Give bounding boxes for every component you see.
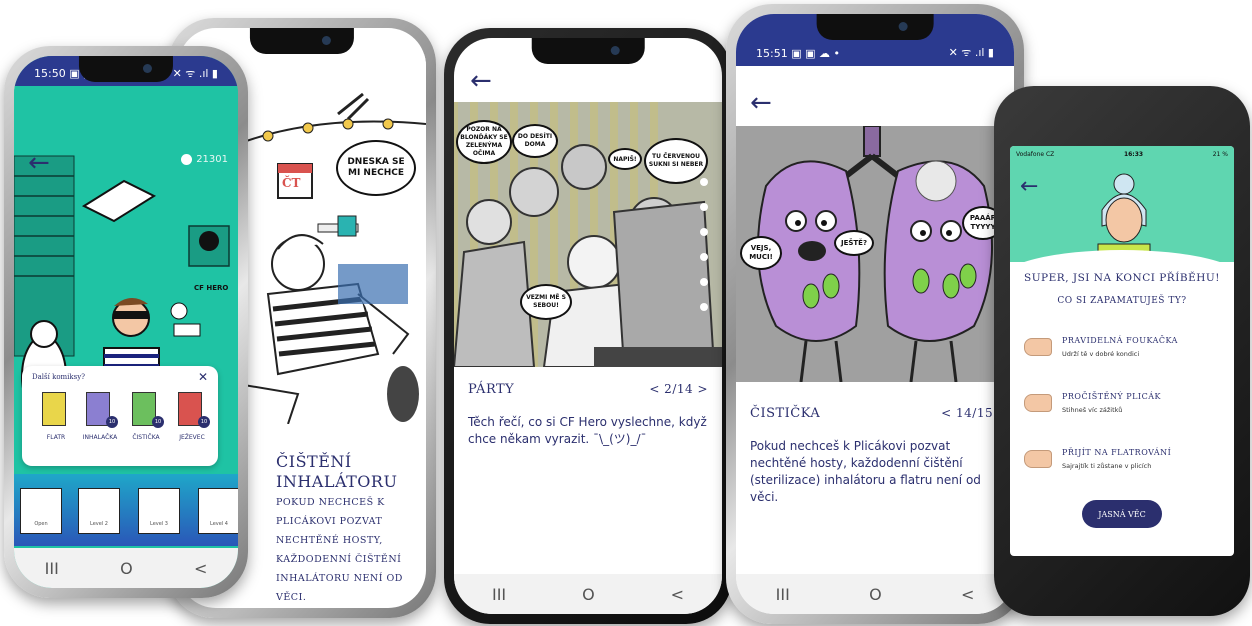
story-title: Párty xyxy=(468,382,515,397)
end-headline: Super, jsi na konci příběhu! xyxy=(1024,272,1220,284)
phone-4-screen: 15:51 ▣ ▣ ☁ • ✕ ᯤ .ıl ▮ ← VEJS, MUCI! JE… xyxy=(736,14,1014,614)
notch xyxy=(249,28,355,54)
comic-thumb-cisticka[interactable]: 10 Čistička xyxy=(126,392,166,452)
recent-apps-button[interactable]: III xyxy=(776,585,790,604)
speech-bubble-2: JEŠTĚ? xyxy=(834,230,874,256)
comic-thumb-flatr[interactable]: Flatr xyxy=(36,392,76,452)
coin-counter: 21301 xyxy=(181,154,228,165)
phone-5: Vodafone CZ 16:33 21 % ← Super, jsi na k… xyxy=(994,86,1250,616)
story-pager[interactable]: < 2/14 > xyxy=(649,382,708,396)
comic-label: Inhalačka xyxy=(82,434,118,441)
status-icons: ✕ ᯤ .ıl ▮ xyxy=(172,66,218,80)
calendar-label: ČT xyxy=(282,176,301,190)
back-arrow-icon[interactable]: ← xyxy=(470,68,492,94)
comic-badge: 10 xyxy=(106,416,118,428)
story-title: Čistička xyxy=(750,406,821,421)
notch xyxy=(816,14,934,40)
speech-bubble-1: VEJS, MUCI! xyxy=(740,236,782,270)
speech-bubble-5: VEZMI MĚ S SEBOU! xyxy=(520,284,572,320)
takeaway-item-1: Pravidelná foukačka Udrží tě v dobré kon… xyxy=(1024,332,1224,372)
comic-thumb-jezevec[interactable]: 10 Ježevec xyxy=(172,392,212,452)
android-nav-bar: III O < xyxy=(14,548,238,588)
box-level-2[interactable]: Level 2 xyxy=(78,488,120,534)
speech-bubble: DNESKA SE MI NECHCE xyxy=(336,140,416,196)
story-text: Těch řečí, co si CF Hero vyslechne, když… xyxy=(468,415,707,446)
home-button[interactable]: O xyxy=(869,585,882,604)
status-time: 15:51 ▣ ▣ ☁ • xyxy=(756,47,840,60)
end-subheadline: Co si zapamatuješ ty? xyxy=(1057,296,1187,306)
status-icons: ✕ ᯤ .ıl ▮ xyxy=(948,46,994,59)
comic-label: Ježevec xyxy=(179,434,205,441)
speech-bubble-1: POZOR NA BLONĎÁKY SE ZELENÝMA OČIMA xyxy=(456,120,512,164)
takeaway-desc: Stihneš víc zážitků xyxy=(1062,406,1123,414)
back-button[interactable]: < xyxy=(961,585,974,604)
close-icon[interactable]: ✕ xyxy=(198,370,208,384)
popup-title: Další komiksy? xyxy=(32,373,85,381)
box-open[interactable]: Open xyxy=(20,488,62,534)
android-nav-bar: III O < xyxy=(454,574,722,614)
recent-apps-button[interactable]: III xyxy=(492,585,506,604)
comic-description: Pokud nechceš k Plicákovi pozvat nechtěn… xyxy=(276,497,403,603)
box-level-4[interactable]: Level 4 xyxy=(198,488,238,534)
comic-badge: 10 xyxy=(152,416,164,428)
comic-title: Čištění inhalátoru xyxy=(276,452,398,491)
box-level-3[interactable]: Level 3 xyxy=(138,488,180,534)
back-arrow-icon[interactable]: ← xyxy=(1020,176,1038,198)
takeaway-item-2: Pročištěný Plicák Stihneš víc zážitků xyxy=(1024,388,1224,428)
takeaway-title: Pročištěný Plicák xyxy=(1062,392,1161,401)
phone-4: 15:51 ▣ ▣ ☁ • ✕ ᯤ .ıl ▮ ← VEJS, MUCI! JE… xyxy=(726,4,1024,624)
back-button[interactable]: < xyxy=(671,585,684,604)
carrier: Vodafone CZ xyxy=(1016,150,1055,158)
ios-status-bar: Vodafone CZ 16:33 21 % xyxy=(1010,146,1234,162)
home-button[interactable]: O xyxy=(582,585,595,604)
confirm-button[interactable]: Jasná věc xyxy=(1082,500,1162,528)
lungs-comic: VEJS, MUCI! JEŠTĚ? PAAÁR TYYYY xyxy=(736,126,1014,382)
back-arrow-icon[interactable]: ← xyxy=(28,150,50,176)
party-comic: POZOR NA BLONĎÁKY SE ZELENÝMA OČIMA DO D… xyxy=(454,102,722,367)
takeaway-item-3: Přijít na flatrování Sajrajtík ti zůstan… xyxy=(1024,444,1224,484)
avatar xyxy=(1097,173,1151,260)
comic-label: Flatr xyxy=(46,434,66,441)
android-nav-bar: III O < xyxy=(736,574,1014,614)
comic-thumb-inhalacka[interactable]: 10 Inhalačka xyxy=(80,392,120,452)
speech-bubble-4: TU ČERVENOU SUKNI SI NEBER xyxy=(644,138,708,184)
phone-3: ← POZOR NA BLONĎÁKY SE ZELENÝMA OČIMA DO… xyxy=(444,28,732,624)
ios-time: 16:33 xyxy=(1123,150,1144,158)
story-text: Pokud nechceš k Plicákovi pozvat nechtěn… xyxy=(750,439,981,504)
takeaway-desc: Sajrajtík ti zůstane v plicích xyxy=(1062,462,1152,470)
speech-bubble-3: NAPIŠ! xyxy=(608,148,642,170)
showcase-stage: DNESKA SE MI NECHCE ČT Čištění inhalátor… xyxy=(0,0,1252,626)
phone-1: 15:50 ▣ ▣ ☁ • ✕ ᯤ .ıl ▮ xyxy=(4,46,248,598)
notch xyxy=(531,38,645,64)
comic-badge: 10 xyxy=(198,416,210,428)
level-strip: Open Level 2 Level 3 Level 4 xyxy=(14,474,238,546)
shop-sign: CF HERO xyxy=(194,284,229,292)
phone-3-screen: ← POZOR NA BLONĎÁKY SE ZELENÝMA OČIMA DO… xyxy=(454,38,722,614)
phone-5-screen: Vodafone CZ 16:33 21 % ← Super, jsi na k… xyxy=(1010,146,1234,556)
thumbs-up-icon xyxy=(1024,394,1052,412)
back-arrow-icon[interactable]: ← xyxy=(750,90,772,116)
takeaway-desc: Udrží tě v dobré kondici xyxy=(1062,350,1140,358)
takeaway-title: Pravidelná foukačka xyxy=(1062,336,1178,345)
more-comics-popup: Další komiksy? ✕ Flatr 10 Inhalačka 10 Č… xyxy=(22,366,218,466)
home-button[interactable]: O xyxy=(120,559,133,578)
comic-label: Čistička xyxy=(132,434,160,441)
recent-apps-button[interactable]: III xyxy=(45,559,59,578)
thumbs-up-icon xyxy=(1024,338,1052,356)
notch xyxy=(78,56,174,82)
phone-1-screen: 15:50 ▣ ▣ ☁ • ✕ ᯤ .ıl ▮ xyxy=(14,56,238,588)
coin-icon xyxy=(181,154,193,165)
comic-cover xyxy=(42,392,66,426)
back-button[interactable]: < xyxy=(194,559,207,578)
header-banner: ← xyxy=(1010,162,1234,262)
speech-bubble-2: DO DESÍTI DOMA xyxy=(512,124,558,158)
battery: 21 % xyxy=(1212,150,1228,158)
takeaway-title: Přijít na flatrování xyxy=(1062,448,1172,457)
thumbs-down-icon xyxy=(1024,450,1052,468)
